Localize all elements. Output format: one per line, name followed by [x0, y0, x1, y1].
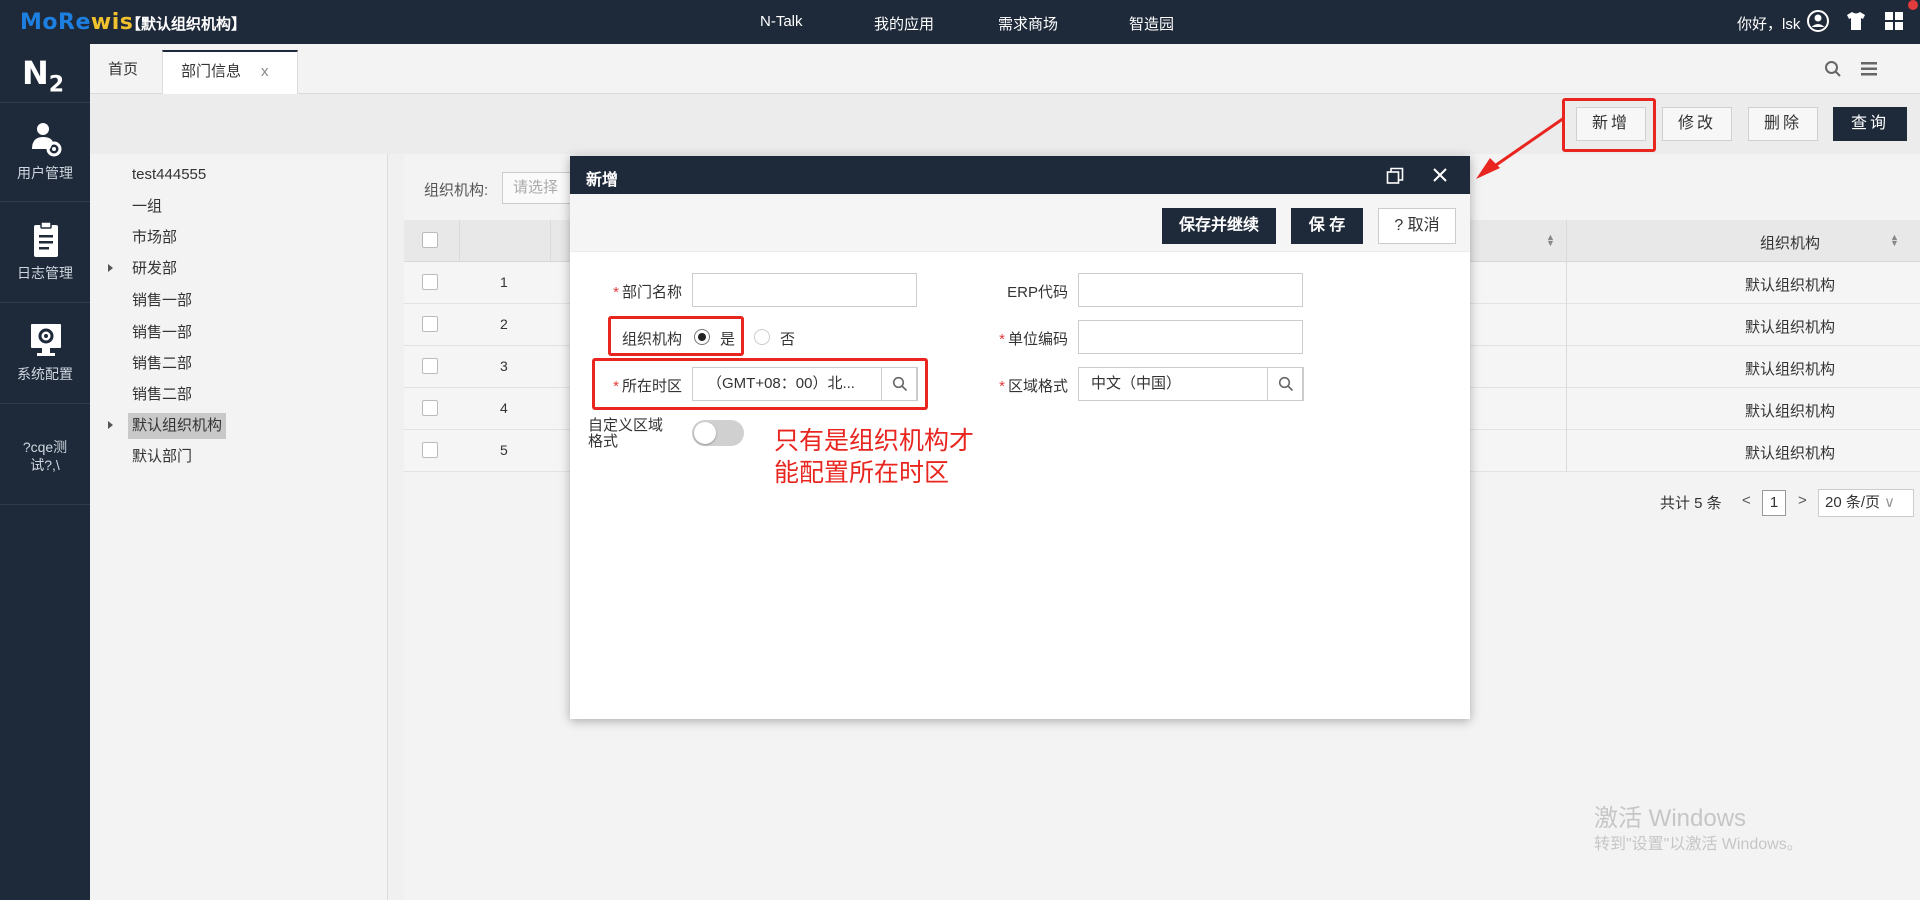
- row-checkbox[interactable]: [422, 316, 438, 332]
- topnav-my-apps[interactable]: 我的应用: [874, 13, 934, 34]
- edit-button[interactable]: 修改: [1662, 107, 1732, 141]
- add-button[interactable]: 新增: [1576, 107, 1646, 141]
- tree-item-selected[interactable]: 默认组织机构: [128, 413, 227, 439]
- dept-name-input[interactable]: [692, 273, 917, 307]
- topnav-smart-park[interactable]: 智造园: [1129, 13, 1174, 34]
- expand-caret-icon[interactable]: [108, 421, 113, 429]
- department-tree: test444555 一组 市场部 研发部 销售一部 销售一部 销售二部 销售二…: [90, 154, 388, 900]
- app-logo[interactable]: MoRewis: [20, 10, 133, 35]
- pager-current-page[interactable]: 1: [1762, 490, 1786, 516]
- locale-label: * 区域格式: [999, 378, 1068, 395]
- page-size-select[interactable]: 20 条/页 ∨: [1818, 489, 1914, 517]
- org-title: 【默认组织机构】: [126, 16, 247, 33]
- filter-label: 组织机构:: [424, 182, 489, 199]
- tree-item[interactable]: 销售二部: [128, 382, 196, 408]
- apps-grid-icon[interactable]: [1882, 9, 1906, 33]
- dialog-title: 新增: [586, 172, 619, 189]
- timezone-lookup-button[interactable]: [881, 367, 917, 401]
- clipboard-icon: [34, 221, 58, 257]
- topnav-ntalk[interactable]: N-Talk: [760, 13, 803, 30]
- tab-bar: 首页 部门信息 x: [90, 44, 1920, 94]
- custom-locale-toggle[interactable]: [692, 420, 744, 446]
- search-icon: [892, 376, 908, 392]
- tree-item[interactable]: 默认部门: [128, 444, 196, 470]
- sidebar-extra-line1: ?cqe测: [22, 439, 68, 455]
- windows-watermark-sub: 转到"设置"以激活 Windows。: [1594, 836, 1803, 853]
- row-checkbox[interactable]: [422, 274, 438, 290]
- tree-item[interactable]: test444555: [128, 162, 210, 188]
- user-gear-icon: [32, 123, 62, 157]
- expand-caret-icon[interactable]: [108, 264, 113, 272]
- notification-dot: [1908, 0, 1918, 10]
- user-avatar-icon[interactable]: [1806, 9, 1830, 33]
- query-button[interactable]: 查询: [1833, 107, 1907, 141]
- tshirt-icon[interactable]: [1844, 9, 1868, 33]
- row-checkbox[interactable]: [422, 358, 438, 374]
- tree-item[interactable]: 一组: [128, 194, 166, 220]
- sidebar-item-user-management[interactable]: 用户管理: [0, 102, 90, 202]
- org-column-header[interactable]: 组织机构: [1690, 232, 1890, 253]
- timezone-input[interactable]: （GMT+08：00）北...: [692, 367, 918, 401]
- tree-item[interactable]: 销售一部: [128, 288, 196, 314]
- dialog-header: 新增: [570, 156, 1470, 194]
- sidebar-item-system-config[interactable]: 系统配置: [0, 304, 90, 404]
- sidebar-extra-line2: 试?,\: [30, 457, 60, 473]
- side-logo: N2: [22, 54, 65, 98]
- is-org-yes-radio[interactable]: [694, 329, 710, 345]
- search-icon: [1278, 376, 1294, 392]
- row-checkbox[interactable]: [422, 400, 438, 416]
- dialog-button-bar: 保存并继续 保 存 ? 取消: [570, 194, 1470, 252]
- unit-code-label: * 单位编码: [999, 331, 1068, 348]
- restore-icon[interactable]: [1386, 167, 1404, 185]
- topnav-demand-market[interactable]: 需求商场: [998, 13, 1058, 34]
- row-checkbox[interactable]: [422, 442, 438, 458]
- save-button[interactable]: 保 存: [1291, 208, 1363, 244]
- select-all-checkbox[interactable]: [422, 232, 438, 248]
- top-bar: MoRewis 【默认组织机构】 N-Talk 我的应用 需求商场 智造园 你好…: [0, 0, 1920, 44]
- tree-item[interactable]: 销售二部: [128, 351, 196, 377]
- locale-lookup-button[interactable]: [1267, 367, 1303, 401]
- is-org-label: 组织机构: [621, 331, 682, 348]
- user-greeting[interactable]: 你好，lsk: [1737, 13, 1800, 34]
- sort-icon[interactable]: ▲ ▼: [1890, 233, 1899, 248]
- is-org-no-radio[interactable]: [754, 329, 770, 345]
- monitor-gear-icon: [31, 324, 61, 356]
- tab-home[interactable]: 首页: [90, 50, 156, 94]
- unit-code-input[interactable]: [1078, 320, 1303, 354]
- custom-locale-label: 自定义区域 格式: [588, 417, 664, 450]
- sidebar-item-log-management[interactable]: 日志管理: [0, 203, 90, 303]
- menu-icon[interactable]: [1860, 60, 1878, 78]
- tree-item[interactable]: 研发部: [128, 256, 181, 282]
- timezone-label: * 所在时区: [613, 378, 682, 395]
- search-icon[interactable]: [1824, 60, 1842, 78]
- locale-input[interactable]: 中文（中国）: [1078, 367, 1304, 401]
- is-org-yes-label[interactable]: 是: [720, 328, 735, 349]
- left-sidebar: N2 用户管理 日志管理 系统配置 ?cqe测 试?,\: [0, 44, 90, 900]
- tab-dept-info[interactable]: 部门信息 x: [162, 50, 298, 94]
- delete-button[interactable]: 删除: [1748, 107, 1818, 141]
- pager-prev-icon[interactable]: <: [1742, 492, 1751, 509]
- add-dialog: 新增 保存并继续 保 存 ? 取消 * 部门名称 ERP代码 组织机构 是 否 *…: [570, 156, 1470, 719]
- sort-icon[interactable]: ▲ ▼: [1546, 233, 1555, 248]
- annotation-arrow-icon: [1476, 116, 1565, 179]
- action-toolbar: 新增 修改 删除 查询: [90, 94, 1920, 154]
- cancel-button[interactable]: ? 取消: [1378, 208, 1456, 244]
- erp-code-input[interactable]: [1078, 273, 1303, 307]
- tree-item[interactable]: 销售一部: [128, 320, 196, 346]
- erp-code-label: ERP代码: [1007, 284, 1068, 301]
- close-icon[interactable]: [1432, 167, 1448, 183]
- pager-total: 共计 5 条: [1660, 495, 1722, 512]
- annotation-note: 只有是组织机构才 能配置所在时区: [774, 427, 975, 487]
- is-org-no-label[interactable]: 否: [780, 328, 795, 349]
- tab-close-icon[interactable]: x: [261, 63, 269, 80]
- dept-name-label: * 部门名称: [613, 284, 682, 301]
- tree-item[interactable]: 市场部: [128, 225, 181, 251]
- windows-watermark-title: 激活 Windows: [1594, 805, 1747, 832]
- save-continue-button[interactable]: 保存并继续: [1162, 208, 1276, 244]
- pager-next-icon[interactable]: >: [1798, 492, 1807, 509]
